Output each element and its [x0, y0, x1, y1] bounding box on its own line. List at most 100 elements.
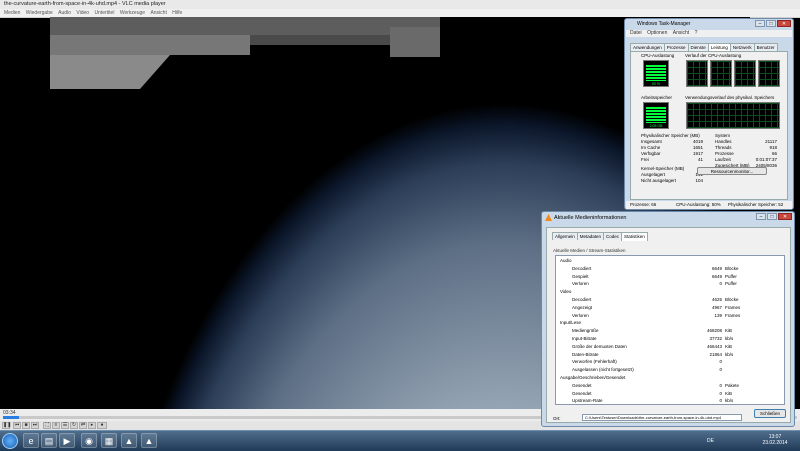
start-button[interactable] — [2, 433, 18, 449]
stats-row[interactable]: Gesendet 0 KiB — [572, 391, 772, 397]
stats-row[interactable]: Größe der demuxten Daten 466443 KiB — [572, 344, 772, 350]
menu-help[interactable]: Hilfe — [172, 10, 182, 16]
playlist-button[interactable]: ☰ — [61, 422, 69, 429]
vlc-window-title: the-curvature-earth-from-space-in-4k-uhd… — [4, 1, 166, 7]
stats-row[interactable]: Verworfen (Fehlerhaft) 0 — [572, 359, 772, 365]
tab-network[interactable]: Netzwerk — [729, 43, 755, 51]
stats-unit: kb/s — [725, 336, 734, 341]
stats-unit: Frames — [725, 312, 741, 318]
stats-group-row[interactable]: Ausgabe/Geschrieben/Gesendet — [560, 375, 760, 381]
record-button[interactable]: ● — [97, 422, 107, 429]
statistics-tree[interactable]: Audio Decodiert 6649 Blöcke Gespielt 6649 Puff… — [555, 255, 785, 405]
cpu-history-graph — [758, 60, 780, 87]
stats-label: Ausgelassen (nicht fortgesetzt) — [572, 367, 634, 373]
menu-view[interactable]: Ansicht — [150, 10, 166, 16]
stats-unit: Pakete — [725, 382, 740, 388]
tab-statistics[interactable]: Statistiken — [621, 232, 648, 241]
stats-row[interactable]: Verloren 0 Puffer — [572, 281, 772, 287]
stats-row[interactable]: Decodiert 4625 Blöcke — [572, 297, 772, 303]
stats-unit: KiB — [725, 390, 733, 396]
stats-row[interactable]: Gespielt 6649 Puffer — [572, 274, 772, 280]
tab-users[interactable]: Benutzer — [753, 43, 778, 51]
stats-label: Gesendet — [572, 382, 592, 388]
explorer-icon[interactable]: ▤ — [41, 433, 57, 448]
menu-video[interactable]: Video — [76, 10, 89, 16]
stats-row[interactable]: Input-Bitrate 37732 kb/s — [572, 336, 772, 342]
media-player-icon[interactable]: ▶ — [59, 433, 75, 448]
pause-button[interactable]: ❚❚ — [2, 422, 11, 429]
stats-group-row[interactable]: Video — [560, 289, 760, 295]
close-dialog-button[interactable]: Schließen — [754, 409, 786, 418]
maximize-button[interactable]: □ — [766, 20, 776, 27]
extended-settings-button[interactable]: ≡ — [52, 422, 60, 429]
stats-label: Input/Lese — [560, 320, 582, 326]
task-manager-icon[interactable]: ▦ — [101, 433, 117, 448]
stats-row[interactable]: Decodiert 6649 Blöcke — [572, 266, 772, 272]
close-button[interactable]: ✕ — [778, 213, 792, 220]
stats-row[interactable]: Upstream-Rate 0 kb/s — [572, 398, 772, 404]
menu-playback[interactable]: Wiedergabe — [26, 10, 53, 16]
stats-label: Mediengröße — [572, 328, 599, 334]
stats-group-row[interactable]: Input/Lese — [560, 320, 760, 326]
menu-subtitle[interactable]: Untertitel — [94, 10, 114, 16]
tm-menu-view[interactable]: Ansicht — [673, 30, 689, 36]
stats-row[interactable]: Verloren 139 Frames — [572, 313, 772, 319]
tm-menu-help[interactable]: ? — [695, 30, 698, 36]
space-station-structure — [50, 17, 440, 89]
chrome-icon[interactable]: ◉ — [81, 433, 97, 448]
location-field[interactable]: C:\Users\Testuser\Downloads\the-curvatur… — [582, 414, 742, 421]
language-indicator[interactable]: DE — [707, 438, 714, 444]
tab-codec[interactable]: Codec — [603, 232, 623, 240]
stats-label: Verloren — [572, 312, 589, 318]
menu-tools[interactable]: Werkzeuge — [120, 10, 145, 16]
stats-unit: Puffer — [725, 273, 737, 279]
cpu-history-title: Verlauf der CPU-Auslastung — [685, 53, 742, 58]
stats-row[interactable]: Ausgelassen (nicht fortgesetzt) 0 — [572, 367, 772, 373]
loop-button[interactable]: ↻ — [70, 422, 78, 429]
next-button[interactable]: ⏭ — [31, 422, 39, 429]
memory-value: 2,05 GB — [649, 124, 663, 128]
stats-label: Decodiert — [572, 297, 592, 302]
ie-icon[interactable]: e — [23, 433, 39, 448]
minimize-button[interactable]: – — [755, 20, 765, 27]
stats-value: 0 — [719, 382, 722, 388]
tab-metadata[interactable]: Metadaten — [576, 232, 605, 240]
frame-step-button[interactable]: ▸ — [88, 422, 96, 429]
stats-value: 0 — [719, 281, 722, 287]
close-button[interactable]: ✕ — [777, 20, 791, 27]
task-manager-window-controls: – □ ✕ — [754, 20, 791, 27]
resource-monitor-button[interactable]: Ressourcenmonitor... — [697, 167, 767, 175]
tab-services[interactable]: Dienste — [687, 43, 709, 51]
stats-row[interactable]: Gesendet 0 Pakete — [572, 383, 772, 389]
tab-processes[interactable]: Prozesse — [663, 43, 689, 51]
tm-menu-file[interactable]: Datei — [630, 30, 642, 36]
maximize-button[interactable]: □ — [767, 213, 777, 220]
stop-button[interactable]: ■ — [22, 422, 30, 429]
previous-button[interactable]: ⏮ — [13, 422, 21, 429]
phys-available: Verfügbar 1917 — [641, 151, 703, 156]
shuffle-button[interactable]: ⇄ — [79, 422, 87, 429]
stats-unit: Frames — [725, 304, 741, 310]
tab-general[interactable]: Allgemein — [552, 232, 578, 240]
minimize-button[interactable]: – — [756, 213, 766, 220]
media-info-title: Aktuelle Medieninformationen — [554, 215, 627, 221]
task-manager-menu: Datei Optionen Ansicht ? — [626, 30, 792, 37]
taskbar: e ▤ ▶ ◉ ▦ ▲ ▲ DE 13:07 23.02.2014 — [0, 430, 800, 451]
tm-menu-options[interactable]: Optionen — [647, 30, 667, 36]
menu-audio[interactable]: Audio — [58, 10, 71, 16]
stats-group-row[interactable]: Audio — [560, 258, 760, 264]
stats-row[interactable]: Mediengröße 468208 KiB — [572, 328, 772, 334]
fullscreen-button[interactable]: ⛶ — [43, 422, 51, 429]
stats-row[interactable]: Angezeigt 4967 Frames — [572, 305, 772, 311]
stats-label: Verloren — [572, 281, 589, 287]
menu-media[interactable]: Medien — [4, 10, 20, 16]
vlc-icon[interactable]: ▲ — [121, 433, 137, 448]
phys-cache: Im Cache 1651 — [641, 145, 703, 150]
tab-applications[interactable]: Anwendungen — [630, 43, 665, 51]
stats-row[interactable]: Daten-Bitrate 21864 kb/s — [572, 352, 772, 358]
media-info-taskbar-icon[interactable]: ▲ — [141, 433, 157, 448]
kernel-paged: Ausgelagert141 — [641, 172, 703, 177]
clock-date: 23.02.2014 — [762, 440, 788, 446]
task-manager-title: Windows Task-Manager — [637, 21, 691, 27]
clock[interactable]: 13:07 23.02.2014 — [760, 434, 790, 446]
